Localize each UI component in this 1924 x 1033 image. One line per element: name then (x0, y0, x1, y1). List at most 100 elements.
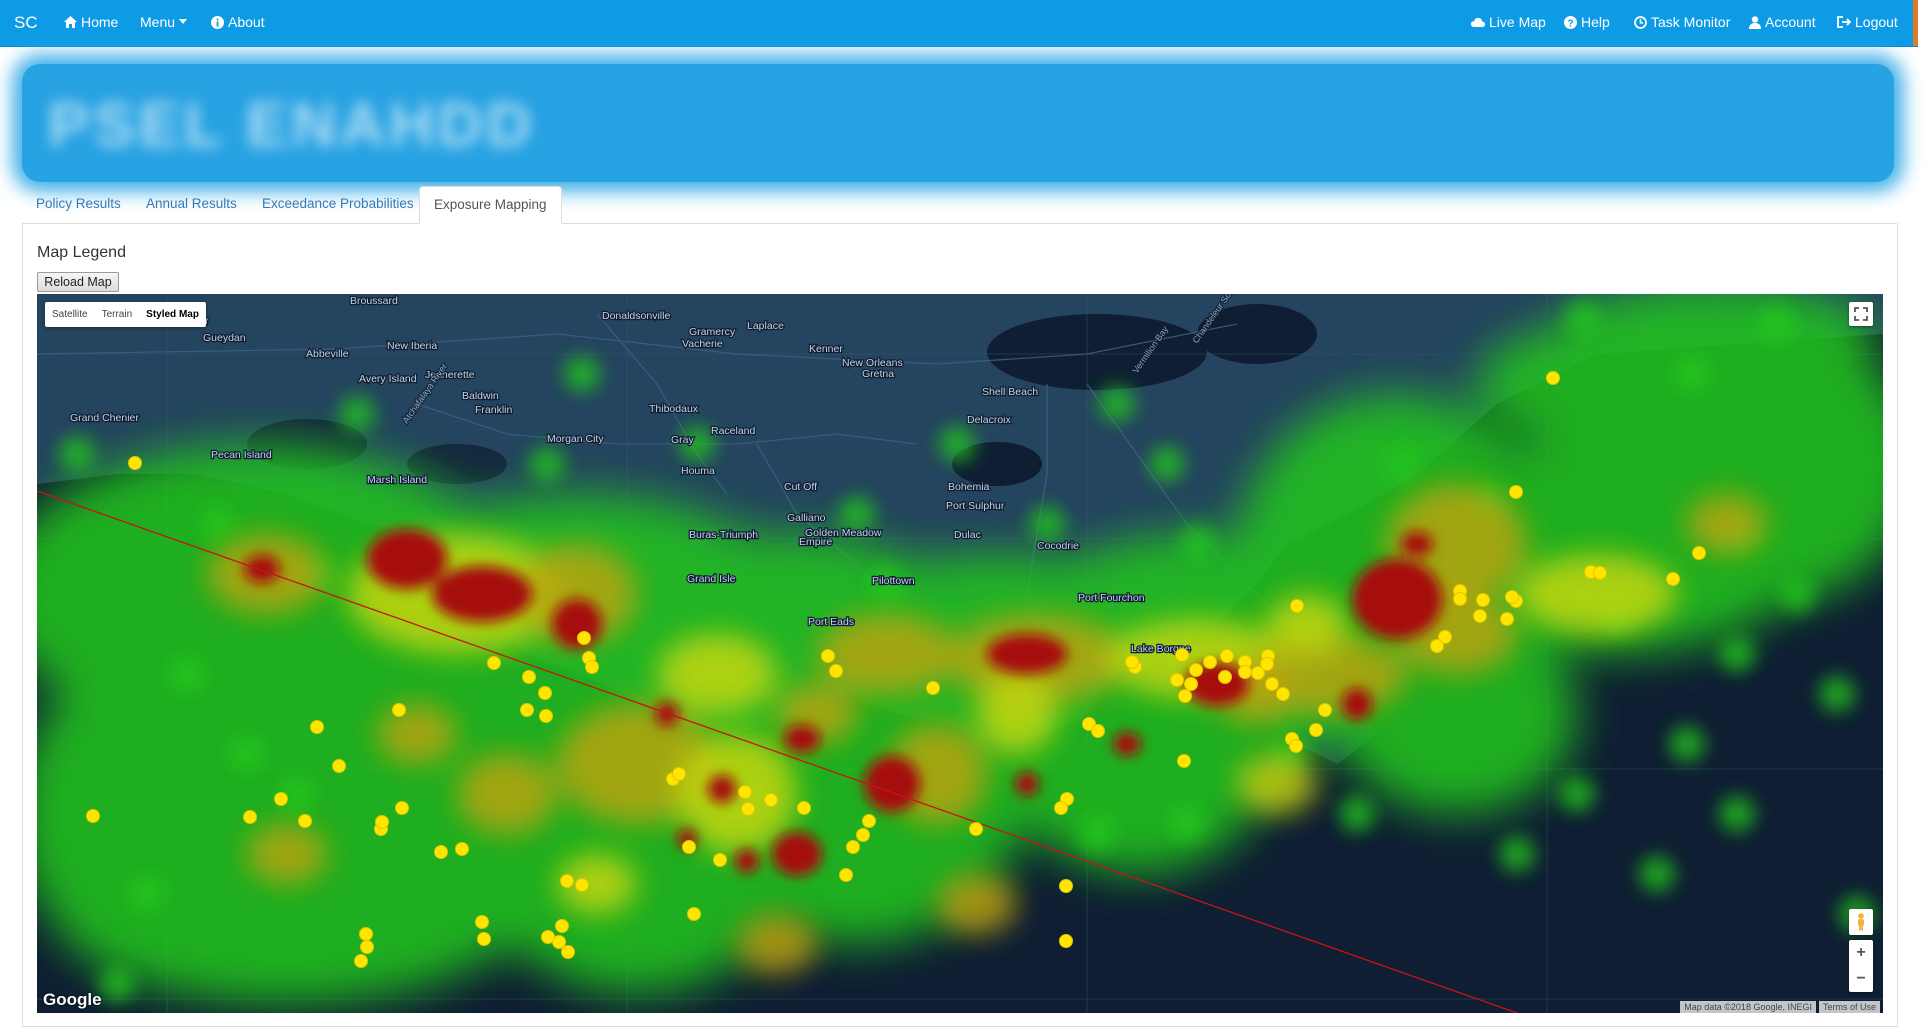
heat-blob-glow (1169, 806, 1205, 842)
map-type-terrain[interactable]: Terrain (95, 302, 140, 327)
place-label: Raceland (711, 425, 756, 437)
exposure-map[interactable]: BroussardLake ArthurGueydanDonaldsonvill… (37, 294, 1883, 1013)
exposure-marker (575, 878, 589, 892)
exposure-marker (821, 649, 835, 663)
heat-blob-mid (737, 914, 817, 974)
exposure-marker (577, 631, 591, 645)
exposure-marker (713, 853, 727, 867)
tab-annual-results[interactable]: Annual Results (132, 186, 251, 222)
nav-live-map[interactable]: Live Map (1471, 14, 1546, 30)
exposure-marker (1178, 689, 1192, 703)
exposure-marker (1091, 724, 1105, 738)
exposure-marker (1509, 485, 1523, 499)
street-view-button[interactable] (1849, 909, 1873, 935)
heat-blob-high (772, 832, 822, 876)
exposure-marker (1184, 677, 1198, 691)
exposure-marker (1290, 599, 1304, 613)
exposure-marker (395, 801, 409, 815)
exposure-marker (764, 793, 778, 807)
exposure-marker (1500, 612, 1514, 626)
heat-blob-glow (129, 876, 165, 912)
terms-of-use-link[interactable]: Terms of Use (1818, 1001, 1880, 1013)
exposure-marker (1593, 566, 1607, 580)
exposure-marker (455, 842, 469, 856)
results-tabs: Policy Results Annual Results Exceedance… (22, 186, 1896, 224)
map-type-styled[interactable]: Styled Map (139, 302, 206, 327)
exposure-marker (797, 801, 811, 815)
exposure-marker (1476, 593, 1490, 607)
exposure-marker (741, 802, 755, 816)
place-label: Delacroix (967, 414, 1012, 426)
heat-blob-high (864, 756, 920, 812)
heat-blob-glow (1079, 816, 1115, 852)
exposure-marker (475, 915, 489, 929)
nav-menu-label: Menu (140, 14, 176, 30)
heat-blob-glow (529, 446, 565, 482)
exposure-marker (243, 810, 257, 824)
exposure-marker (392, 703, 406, 717)
exposure-marker (862, 814, 876, 828)
heat-blob-glow (939, 426, 975, 462)
fullscreen-button[interactable] (1849, 302, 1873, 326)
heat-blob-high (784, 725, 820, 753)
window-edge (1913, 0, 1918, 46)
place-label: Gray (671, 434, 695, 446)
place-label: Gretna (862, 368, 894, 380)
heat-blob-glow (1099, 386, 1135, 422)
nav-task-monitor[interactable]: Task Monitor (1634, 14, 1730, 30)
heat-blob-high (1352, 559, 1442, 639)
exposure-marker (1220, 649, 1234, 663)
place-label: Gueydan (203, 332, 246, 344)
tab-exposure-mapping[interactable]: Exposure Mapping (419, 186, 562, 224)
exposure-marker (539, 709, 553, 723)
zoom-in-button[interactable]: + (1849, 940, 1873, 966)
heat-blob-high (432, 566, 532, 622)
place-label: Galliano (787, 512, 826, 524)
caret-down-icon (179, 19, 188, 24)
exposure-marker (538, 686, 552, 700)
exposure-marker (1265, 677, 1279, 691)
exposure-marker (1546, 371, 1560, 385)
nav-menu[interactable]: Menu (140, 14, 188, 30)
exposure-marker (541, 930, 555, 944)
map-canvas: BroussardLake ArthurGueydanDonaldsonvill… (37, 294, 1883, 1013)
nav-home-label: Home (81, 14, 119, 30)
exposure-marker (477, 932, 491, 946)
place-label: Grand Isle (687, 573, 736, 585)
exposure-marker (1059, 934, 1073, 948)
place-label: Marsh Island (367, 474, 427, 486)
tab-policy-results[interactable]: Policy Results (22, 186, 135, 222)
place-label: Broussard (350, 295, 398, 307)
exposure-marker (1175, 648, 1189, 662)
exposure-marker (274, 792, 288, 806)
place-label: Port Sulphur (946, 500, 1005, 512)
place-label: Morgan City (547, 433, 604, 445)
tab-exceedance-probabilities[interactable]: Exceedance Probabilities (248, 186, 428, 222)
nav-home[interactable]: Home (64, 14, 118, 30)
nav-account[interactable]: Account (1749, 14, 1816, 30)
exposure-marker (926, 681, 940, 695)
exposure-marker (1505, 590, 1519, 604)
place-label: Baldwin (462, 390, 499, 402)
nav-logout[interactable]: Logout (1837, 14, 1898, 30)
logout-icon (1837, 16, 1851, 28)
heat-blob-high (708, 775, 736, 803)
brand-link[interactable]: SC (14, 13, 38, 33)
exposure-marker (1251, 666, 1265, 680)
heat-blob-mid (657, 634, 777, 714)
heat-blob-mid (1687, 494, 1767, 554)
map-type-satellite[interactable]: Satellite (45, 302, 95, 327)
exposure-marker (856, 828, 870, 842)
google-logo: Google (43, 990, 102, 1009)
place-label: Laplace (747, 320, 784, 332)
place-label: Gramercy (689, 326, 736, 338)
zoom-out-button[interactable]: − (1849, 966, 1873, 992)
heat-blob-mid (1267, 594, 1347, 654)
reload-map-button[interactable]: Reload Map (37, 272, 119, 292)
exposure-marker (354, 954, 368, 968)
nav-help[interactable]: ? Help (1564, 14, 1610, 30)
nav-live-map-label: Live Map (1489, 14, 1546, 30)
header-banner: PSEL ENAHDD (22, 64, 1894, 182)
exposure-marker (434, 845, 448, 859)
nav-about[interactable]: About (211, 14, 265, 30)
